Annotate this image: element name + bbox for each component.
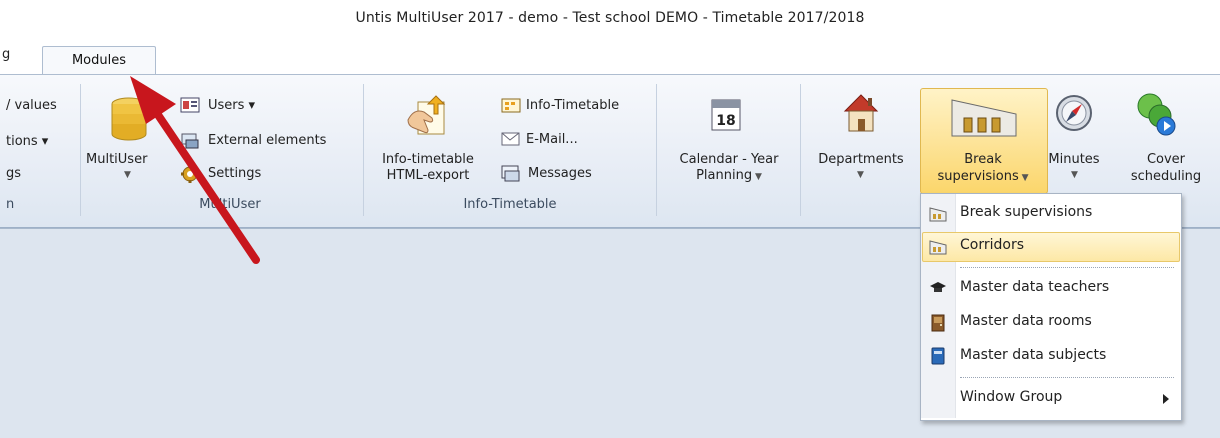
menu-item-master-data-teachers[interactable]: Master data teachers	[960, 279, 1109, 295]
annotation-arrow-icon	[130, 76, 260, 264]
group-separator	[363, 84, 364, 216]
cover-scheduling-button[interactable]: Cover scheduling	[1112, 151, 1220, 185]
calendar-year-planning-button[interactable]: Calendar - Year Planning ▼	[664, 152, 794, 185]
tab-partial[interactable]: g	[2, 47, 10, 71]
calendar-day-number: 18	[716, 113, 735, 129]
window-title: Untis MultiUser 2017 - demo - Test schoo…	[355, 10, 865, 26]
html-export-line2: HTML-export	[386, 168, 470, 183]
html-export-hand-icon	[404, 92, 448, 138]
door-icon	[929, 314, 947, 332]
partial-item-settings[interactable]: gs	[6, 166, 21, 181]
messages-button[interactable]: Messages	[528, 166, 592, 181]
calendar-line2: Planning	[696, 168, 753, 183]
break-supervision-icon	[929, 205, 947, 223]
email-icon	[500, 131, 522, 147]
menu-item-master-data-rooms[interactable]: Master data rooms	[960, 313, 1092, 329]
break-supervision-icon	[950, 96, 1018, 140]
break-line2: supervisions	[937, 169, 1019, 184]
partial-item-values[interactable]: / values	[6, 98, 57, 113]
cover-scheduling-icon	[1134, 90, 1178, 136]
minutes-button[interactable]: Minutes	[1042, 152, 1106, 167]
menu-icon-gutter	[921, 194, 956, 418]
group-separator	[656, 84, 657, 216]
departments-button[interactable]: Departments	[806, 152, 916, 167]
mortarboard-icon	[929, 279, 947, 297]
compass-icon	[1054, 92, 1094, 134]
info-timetable-html-export-button[interactable]: Info-timetable HTML-export	[368, 152, 488, 184]
cover-line1: Cover	[1146, 152, 1186, 167]
chevron-down-icon: ▼	[1018, 173, 1029, 183]
email-button[interactable]: E-Mail...	[526, 132, 578, 147]
cover-line2: scheduling	[1130, 169, 1202, 184]
break-supervisions-button[interactable]: Break supervisions ▼	[920, 151, 1046, 187]
corridor-icon	[929, 238, 947, 256]
menu-item-master-data-subjects[interactable]: Master data subjects	[960, 347, 1106, 363]
partial-group-label: n	[6, 197, 15, 212]
menu-item-window-group[interactable]: Window Group	[960, 389, 1062, 405]
info-timetable-button[interactable]: Info-Timetable	[526, 98, 619, 113]
menu-separator	[960, 267, 1174, 268]
calendar-line1: Calendar - Year	[679, 152, 779, 167]
info-timetable-group-label: Info-Timetable	[463, 197, 557, 212]
group-separator	[800, 84, 801, 216]
calendar-icon: 18	[710, 96, 742, 132]
chevron-down-icon: ▼	[1071, 170, 1078, 180]
break-line1: Break	[964, 152, 1002, 167]
book-icon	[929, 347, 947, 365]
messages-icon	[500, 164, 522, 184]
house-icon	[842, 92, 880, 134]
chevron-down-icon: ▼	[752, 172, 762, 182]
group-separator	[80, 84, 81, 216]
html-export-line1: Info-timetable	[382, 152, 474, 167]
menu-separator	[960, 377, 1174, 378]
submenu-arrow-icon	[1161, 391, 1171, 405]
chevron-down-icon: ▼	[857, 170, 864, 180]
partial-item-options[interactable]: tions ▾	[6, 134, 48, 149]
menu-item-break-supervisions[interactable]: Break supervisions	[960, 204, 1092, 220]
menu-item-corridors[interactable]: Corridors	[960, 237, 1024, 253]
break-supervisions-dropdown	[920, 193, 1182, 421]
info-timetable-icon	[500, 96, 522, 114]
